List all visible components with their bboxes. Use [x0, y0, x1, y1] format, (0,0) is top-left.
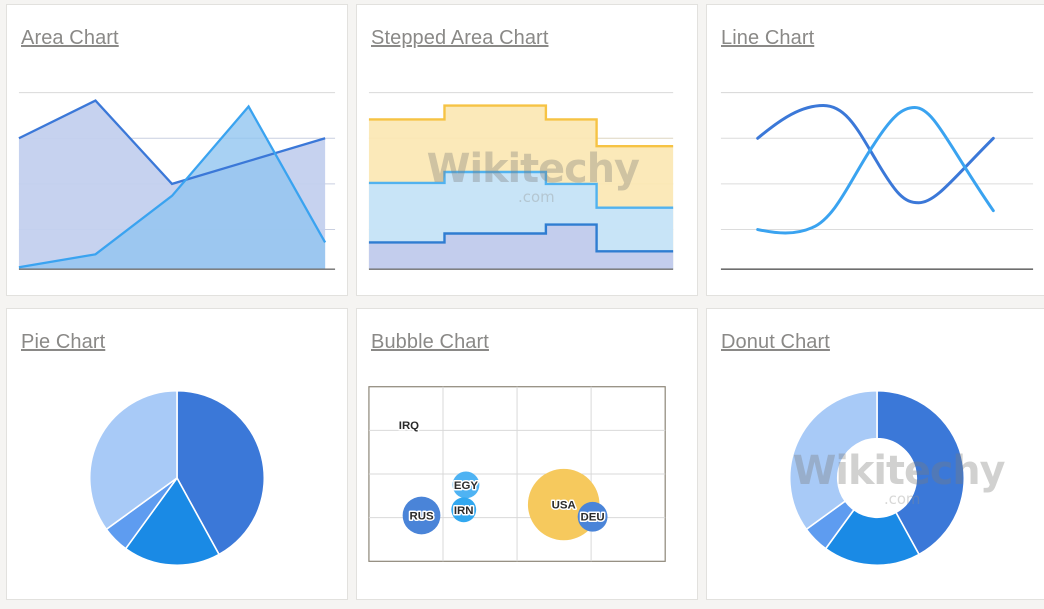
line-chart-plot [707, 49, 1044, 295]
card-title-bubble-chart: Bubble Chart [357, 309, 697, 354]
donut-chart-svg: Wikitechy .com [707, 353, 1044, 599]
donut-slice-group[interactable] [790, 391, 965, 566]
stepped-area-chart-plot: Wikitechy .com [357, 49, 697, 295]
stepped-area-chart-svg: Wikitechy .com [357, 49, 697, 295]
bubble-label: RUS [409, 510, 434, 522]
bubble-label: EGY [454, 480, 479, 492]
pie-slice[interactable] [790, 391, 877, 530]
chart-dashboard-grid: Area Chart Stepped Area Chart [0, 0, 1044, 600]
line-chart-svg [707, 49, 1044, 295]
bubble-label: IRN [454, 505, 474, 517]
bubble-chart-plot: IRQ EGY IRN RUS USA DEU [357, 353, 697, 599]
bubble-label: DEU [581, 512, 605, 524]
bubble-label: USA [552, 500, 576, 512]
card-line-chart[interactable]: Line Chart [706, 4, 1044, 296]
card-title-area-chart: Area Chart [7, 5, 347, 50]
area-chart-svg [7, 49, 347, 295]
card-donut-chart[interactable]: Donut Chart Wikitechy .com [706, 308, 1044, 600]
bubble-chart-svg: IRQ EGY IRN RUS USA DEU [357, 353, 697, 599]
card-title-line-chart: Line Chart [707, 5, 1044, 50]
card-area-chart[interactable]: Area Chart [6, 4, 348, 296]
bubble-label: IRQ [399, 420, 419, 432]
donut-chart-plot: Wikitechy .com [707, 353, 1044, 599]
card-title-pie-chart: Pie Chart [7, 309, 347, 354]
pie-slice-group[interactable] [90, 391, 265, 566]
card-title-donut-chart: Donut Chart [707, 309, 1044, 354]
bubble-chart-grid [369, 387, 665, 562]
card-pie-chart[interactable]: Pie Chart [6, 308, 348, 600]
card-title-stepped-area-chart: Stepped Area Chart [357, 5, 697, 50]
pie-chart-plot [7, 353, 347, 599]
area-chart-plot [7, 49, 347, 295]
card-bubble-chart[interactable]: Bubble Chart IRQ EGY IRN RUS USA DEU [356, 308, 698, 600]
line-series-2 [758, 108, 994, 233]
pie-chart-svg [7, 353, 347, 599]
card-stepped-area-chart[interactable]: Stepped Area Chart [356, 4, 698, 296]
